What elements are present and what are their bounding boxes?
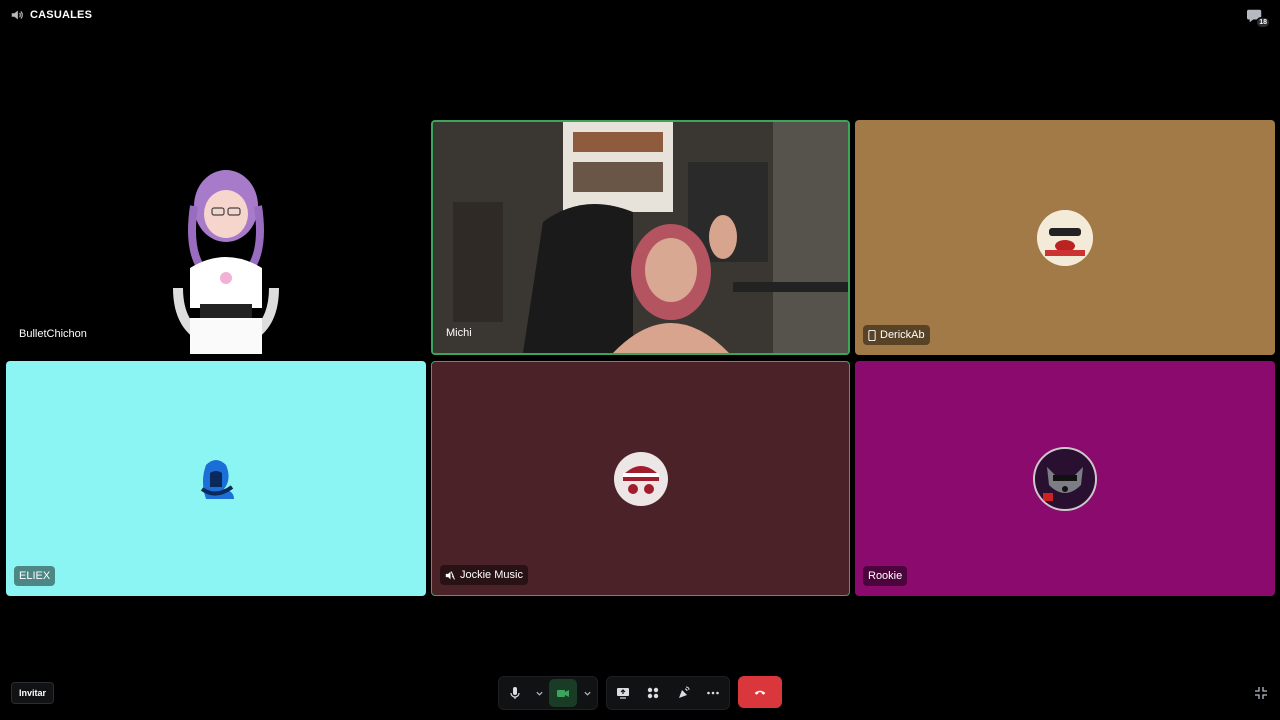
participant-tile-michi[interactable]: Michi bbox=[431, 120, 850, 355]
top-bar: CASUALES 18 bbox=[0, 0, 1280, 32]
avatar-image bbox=[1037, 209, 1093, 266]
hang-up-icon bbox=[754, 690, 766, 695]
chevron-down-icon bbox=[535, 691, 543, 696]
participant-name: Rookie bbox=[863, 566, 908, 586]
participant-tile-derickab[interactable]: DerickAb bbox=[855, 120, 1275, 355]
participant-name: Michi bbox=[446, 327, 472, 339]
participant-avatar bbox=[1037, 209, 1093, 266]
exit-fullscreen-icon[interactable] bbox=[1254, 686, 1268, 700]
soundboard-button[interactable] bbox=[669, 679, 697, 707]
chevron-down-icon bbox=[583, 691, 591, 696]
invite-button[interactable]: Invitar bbox=[11, 682, 55, 704]
activities-button[interactable] bbox=[639, 679, 667, 707]
speaker-icon bbox=[11, 10, 23, 20]
participant-tile-jockie-music[interactable]: Jockie Music bbox=[431, 361, 850, 596]
activities-icon bbox=[647, 687, 659, 699]
screen-share-icon bbox=[617, 688, 629, 699]
participant-name: DerickAb bbox=[863, 325, 930, 345]
channel-header: CASUALES bbox=[10, 8, 92, 22]
microphone-button[interactable] bbox=[501, 679, 529, 707]
avatar-image bbox=[200, 459, 234, 499]
activity-controls-group bbox=[606, 676, 730, 710]
participant-tile-bulletchichon[interactable]: BulletChichon bbox=[6, 120, 426, 354]
participant-avatar bbox=[613, 451, 669, 507]
avatar-image bbox=[613, 451, 668, 506]
participant-tile-rookie[interactable]: Rookie bbox=[855, 361, 1275, 596]
participant-avatar bbox=[188, 451, 244, 507]
chat-button[interactable]: 18 bbox=[1246, 8, 1270, 28]
media-controls-group bbox=[498, 676, 598, 710]
participant-tile-eliex[interactable]: ELIEX bbox=[6, 361, 426, 596]
avatar-image bbox=[1035, 448, 1095, 509]
mobile-phone-icon bbox=[868, 329, 876, 341]
participant-name: BulletChichon bbox=[19, 328, 87, 340]
call-controls bbox=[498, 676, 782, 710]
camera-button[interactable] bbox=[549, 679, 577, 707]
camera-options-button[interactable] bbox=[579, 679, 595, 707]
disconnect-button[interactable] bbox=[738, 676, 782, 708]
share-screen-button[interactable] bbox=[609, 679, 637, 707]
soundboard-icon bbox=[679, 686, 690, 698]
participant-name: ELIEX bbox=[14, 566, 56, 586]
muted-speaker-icon bbox=[445, 570, 455, 580]
channel-name: CASUALES bbox=[30, 9, 93, 21]
participant-avatar bbox=[1033, 446, 1097, 511]
vtuber-avatar bbox=[173, 170, 279, 354]
more-options-button[interactable] bbox=[699, 679, 727, 707]
microphone-icon bbox=[510, 687, 520, 699]
more-dots-icon bbox=[707, 691, 719, 695]
microphone-options-button[interactable] bbox=[531, 679, 547, 707]
webcam-video bbox=[433, 122, 848, 353]
video-camera-icon bbox=[557, 690, 569, 697]
participant-name: Jockie Music bbox=[440, 565, 528, 585]
chat-count-badge: 18 bbox=[1256, 17, 1270, 28]
